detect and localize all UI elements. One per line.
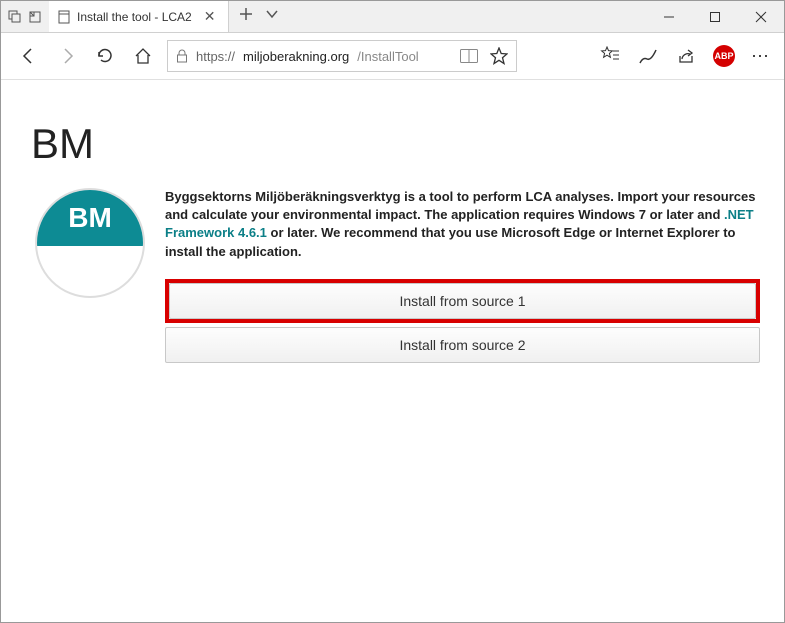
tab-group-icon[interactable] [7, 9, 23, 25]
chevron-down-icon[interactable] [265, 7, 279, 26]
tab-title: Install the tool - LCA2 [77, 10, 192, 24]
home-button[interactable] [129, 42, 157, 70]
newtab-group [229, 1, 289, 32]
tab-close-icon[interactable]: ✕ [204, 8, 216, 25]
address-bar: https:// miljoberakning.org/InstallTool A… [1, 33, 784, 80]
forward-button[interactable] [53, 42, 81, 70]
notes-icon[interactable] [637, 45, 659, 67]
share-icon[interactable] [675, 45, 697, 67]
bm-logo-text: BM [68, 202, 112, 234]
browser-tab[interactable]: Install the tool - LCA2 ✕ [49, 1, 229, 32]
titlebar: Install the tool - LCA2 ✕ [1, 1, 784, 33]
install1-highlight: Install from source 1 [165, 279, 760, 323]
new-tab-button[interactable] [239, 7, 253, 26]
multitask-buttons [1, 1, 49, 32]
url-path: /InstallTool [357, 49, 418, 64]
more-menu-icon[interactable]: ⋯ [751, 46, 770, 67]
close-button[interactable] [738, 1, 784, 32]
url-scheme: https:// [196, 49, 235, 64]
back-button[interactable] [15, 42, 43, 70]
install-source-2-button[interactable]: Install from source 2 [165, 327, 760, 363]
page-content: BM BM Byggsektorns Miljöberäkningsverkty… [1, 80, 784, 403]
description: Byggsektorns Miljöberäkningsverktyg is a… [165, 188, 760, 363]
desc-part1: Byggsektorns Miljöberäkningsverktyg is a… [165, 189, 755, 222]
maximize-button[interactable] [692, 1, 738, 32]
minimize-button[interactable] [646, 1, 692, 32]
install-source-1-button[interactable]: Install from source 1 [169, 283, 756, 319]
set-aside-icon[interactable] [27, 9, 43, 25]
refresh-button[interactable] [91, 42, 119, 70]
reading-view-icon[interactable] [460, 49, 478, 63]
page-title: BM [31, 120, 760, 168]
abp-icon[interactable]: ABP [713, 45, 735, 67]
url-input[interactable]: https:// miljoberakning.org/InstallTool [167, 40, 517, 72]
page-icon [57, 10, 71, 24]
window-controls [646, 1, 784, 32]
favorite-star-icon[interactable] [490, 47, 508, 65]
bm-logo: BM [35, 188, 145, 298]
lock-icon [176, 49, 188, 63]
url-domain: miljoberakning.org [243, 49, 349, 64]
favorites-list-icon[interactable] [599, 45, 621, 67]
